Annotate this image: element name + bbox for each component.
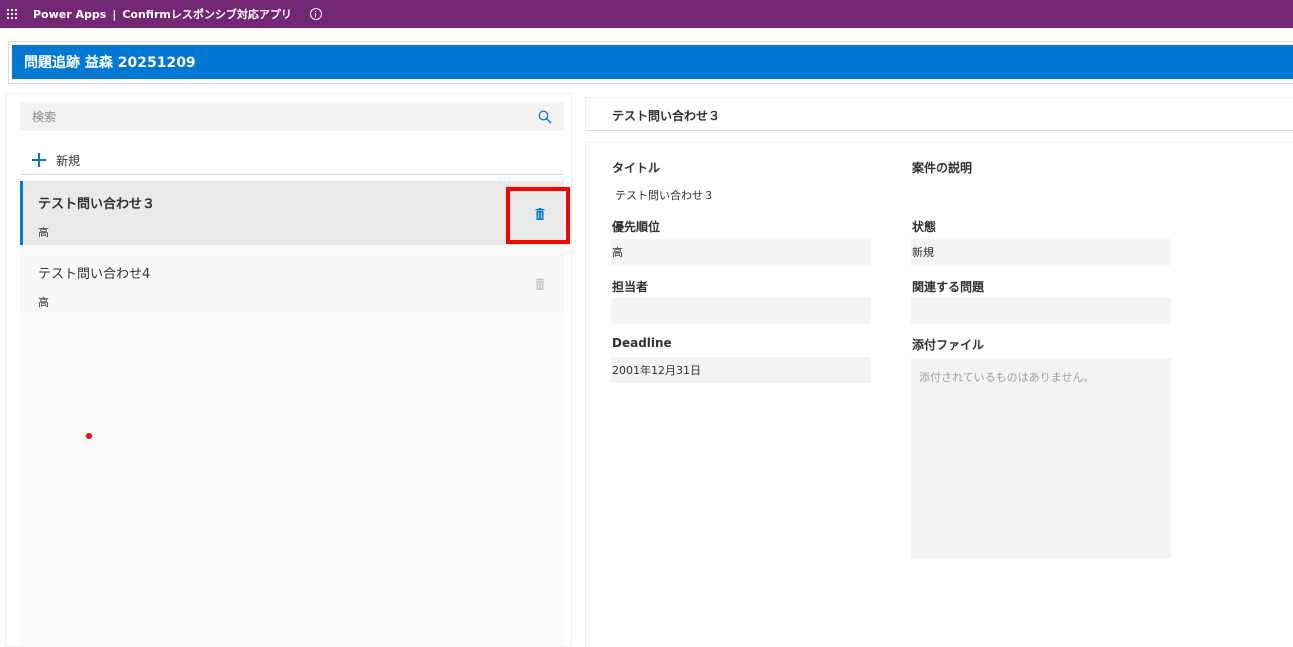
assignee-field[interactable] xyxy=(611,298,871,324)
app-launcher-button[interactable] xyxy=(0,0,24,28)
attachments-empty-text: 添付されているものはありません。 xyxy=(919,371,1095,384)
list-item-priority: 高 xyxy=(38,296,49,309)
deadline-label: Deadline xyxy=(612,336,672,350)
product-name: Power Apps xyxy=(33,8,107,21)
attachments-label: 添付ファイル xyxy=(912,338,985,352)
waffle-icon xyxy=(7,9,17,19)
app-name: Confirmレスポンシブ対応アプリ xyxy=(122,8,292,21)
page-title: 問題追跡 益森 20251209 xyxy=(24,55,196,71)
list-item-title: テスト問い合わせ３ xyxy=(38,197,156,212)
app-top-bar: Power Apps | Confirmレスポンシブ対応アプリ xyxy=(0,0,1293,28)
list-item-priority: 高 xyxy=(38,226,49,239)
assignee-label: 担当者 xyxy=(612,280,649,294)
header-bar: 問題追跡 益森 20251209 xyxy=(12,45,1293,79)
deadline-value: 2001年12月31日 xyxy=(612,364,701,377)
priority-value: 高 xyxy=(612,246,623,259)
detail-title: テスト問い合わせ３ xyxy=(612,109,721,123)
title-value: テスト問い合わせ３ xyxy=(615,189,714,202)
deadline-field[interactable]: 2001年12月31日 xyxy=(611,357,871,383)
list-item[interactable]: テスト問い合わせ３ 高 xyxy=(20,181,564,245)
list-panel: 新規 テスト問い合わせ３ 高 テスト問い合わせ4 高 xyxy=(5,93,572,647)
title-separator: | xyxy=(112,8,117,21)
plus-icon xyxy=(32,153,46,167)
info-icon[interactable] xyxy=(309,8,322,20)
new-item-button[interactable]: 新規 xyxy=(32,150,80,170)
trash-icon[interactable] xyxy=(535,208,545,220)
description-label: 案件の説明 xyxy=(912,161,973,175)
priority-field[interactable]: 高 xyxy=(611,239,871,265)
related-issue-field[interactable] xyxy=(911,298,1171,324)
status-label: 状態 xyxy=(912,220,937,234)
detail-header: テスト問い合わせ３ xyxy=(585,97,1293,131)
screen-header: 問題追跡 益森 20251209 xyxy=(8,41,1293,84)
app-title: Power Apps | Confirmレスポンシブ対応アプリ xyxy=(33,6,292,22)
search-box xyxy=(20,103,564,131)
new-item-label: 新規 xyxy=(56,153,81,168)
priority-label: 優先順位 xyxy=(612,220,661,234)
divider xyxy=(20,174,564,175)
detail-form: タイトル テスト問い合わせ３ 優先順位 高 担当者 Deadline 2001年… xyxy=(585,142,1293,647)
list-item-title: テスト問い合わせ4 xyxy=(38,267,151,282)
attachments-field[interactable]: 添付されているものはありません。 xyxy=(911,358,1171,558)
title-label: タイトル xyxy=(612,161,661,175)
related-issue-label: 関連する問題 xyxy=(912,280,985,294)
status-field[interactable]: 新規 xyxy=(911,239,1171,265)
cursor-marker xyxy=(86,433,92,439)
status-value: 新規 xyxy=(912,246,934,259)
trash-icon[interactable] xyxy=(535,278,545,290)
issue-list: テスト問い合わせ３ 高 テスト問い合わせ4 高 xyxy=(20,181,564,647)
list-item[interactable]: テスト問い合わせ4 高 xyxy=(20,251,564,315)
search-input[interactable] xyxy=(32,110,512,124)
search-icon[interactable] xyxy=(538,110,552,124)
